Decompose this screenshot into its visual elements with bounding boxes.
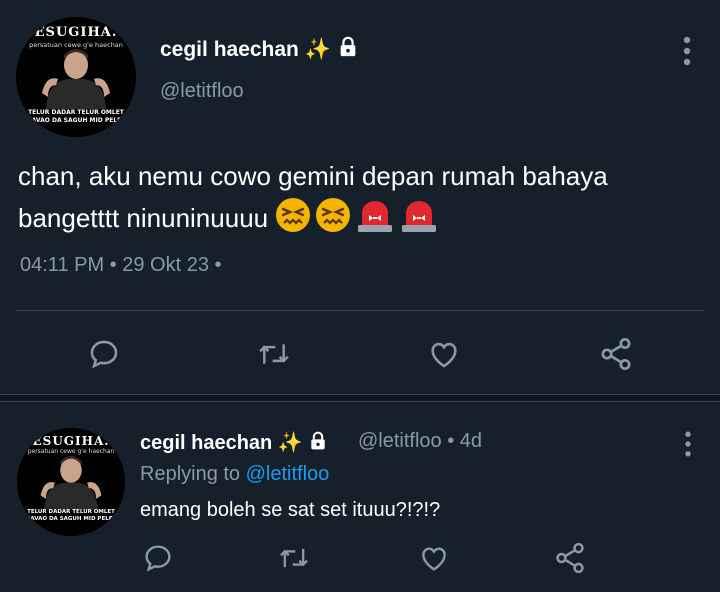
share-icon xyxy=(601,337,631,371)
reply-button[interactable] xyxy=(84,334,124,374)
police-light-emoji-icon xyxy=(358,201,393,232)
police-light-emoji-icon xyxy=(402,201,437,232)
display-name[interactable]: cegil haechan ✨ xyxy=(160,36,359,64)
display-name[interactable]: cegil haechan ✨ xyxy=(140,430,328,457)
like-button[interactable] xyxy=(424,334,464,374)
retweet-icon xyxy=(280,548,308,568)
reply-button[interactable] xyxy=(140,540,176,576)
avatar-caption-line: HAVAO DA SAGUH MID PELET xyxy=(25,516,117,523)
like-button[interactable] xyxy=(416,540,452,576)
divider xyxy=(16,310,704,311)
display-name-text: cegil haechan xyxy=(140,432,273,454)
replying-prefix: Replying to xyxy=(140,463,241,485)
tweet-timestamp[interactable]: 04:11 PM • 29 Okt 23 • xyxy=(20,254,222,277)
reply-text: emang boleh se sat set ituuu?!?!? xyxy=(140,499,441,521)
avatar-caption: TELUR DADAR TELUR OMLET HAVAO DA SAGUH M… xyxy=(17,509,125,523)
lock-icon xyxy=(337,36,359,64)
confounded-emoji-icon xyxy=(276,198,311,232)
like-icon xyxy=(422,547,446,571)
main-tweet: ESUGIHA. persatuan cewe g'e haechan TELU… xyxy=(0,0,720,394)
avatar-caption: TELUR DADAR TELUR OMLET HAVAO DA SAGUH M… xyxy=(16,109,136,125)
avatar-caption-line: HAVAO DA SAGUH MID PELET xyxy=(26,116,126,124)
avatar-figure xyxy=(40,455,102,510)
confounded-emoji-icon xyxy=(316,198,351,232)
share-button[interactable] xyxy=(596,334,636,374)
avatar[interactable]: ESUGIHA. persatuan cewe g'e haechan TELU… xyxy=(16,17,136,137)
avatar-caption-line: TELUR DADAR TELUR OMLET xyxy=(27,509,115,515)
mention-link[interactable]: @letitfloo xyxy=(246,463,330,485)
lock-icon xyxy=(308,431,328,457)
like-icon xyxy=(431,342,457,368)
tweet-text: chan, aku nemu cowo gemini depan rumah b… xyxy=(18,155,708,239)
sparkle-emoji: ✨ xyxy=(304,38,331,61)
replying-to: Replying to @letitfloo xyxy=(140,463,329,486)
sparkle-emoji: ✨ xyxy=(277,432,303,454)
section-divider xyxy=(0,394,720,402)
display-name-text: cegil haechan xyxy=(160,38,299,61)
retweet-button[interactable] xyxy=(254,334,294,374)
retweet-button[interactable] xyxy=(276,540,312,576)
avatar-caption-line: TELUR DADAR TELUR OMLET xyxy=(28,109,124,116)
avatar-figure xyxy=(42,49,110,109)
user-handle[interactable]: @letitfloo xyxy=(160,80,244,103)
reply-icon xyxy=(145,545,171,572)
more-icon[interactable] xyxy=(680,430,696,462)
retweet-icon xyxy=(259,344,289,364)
emoji-group xyxy=(275,197,439,233)
avatar-title: ESUGIHA. xyxy=(32,434,110,448)
reply-icon xyxy=(90,340,118,369)
share-icon xyxy=(556,542,584,574)
more-icon[interactable] xyxy=(678,36,696,70)
avatar-title: ESUGIHA. xyxy=(34,25,118,40)
user-handle-time[interactable]: @letitfloo • 4d xyxy=(358,430,482,453)
avatar[interactable]: ESUGIHA. persatuan cewe g'e haechan TELU… xyxy=(17,428,125,536)
share-button[interactable] xyxy=(552,540,588,576)
